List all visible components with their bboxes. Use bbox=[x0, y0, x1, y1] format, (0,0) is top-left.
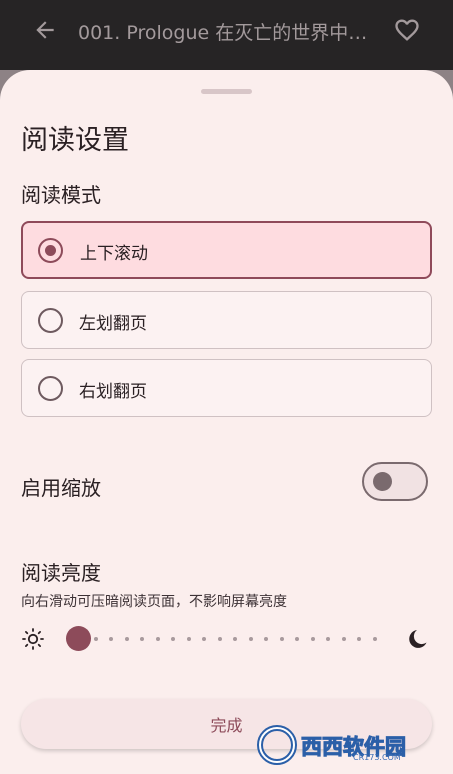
radio-unselected-icon[interactable] bbox=[38, 308, 63, 333]
brightness-hint: 向右滑动可压暗阅读页面，不影响屏幕亮度 bbox=[21, 594, 287, 610]
option-swipe-right[interactable]: 右划翻页 bbox=[21, 359, 432, 417]
back-arrow-icon[interactable] bbox=[32, 17, 58, 43]
slider-tick bbox=[186, 637, 191, 641]
slider-tick bbox=[109, 637, 113, 641]
slider-tick bbox=[155, 637, 160, 641]
heart-icon[interactable] bbox=[393, 16, 421, 44]
slider-tick bbox=[171, 637, 175, 641]
brightness-slider-track[interactable] bbox=[78, 637, 378, 641]
drag-handle[interactable] bbox=[201, 89, 252, 94]
slider-tick bbox=[124, 637, 129, 641]
option-vertical-scroll[interactable]: 上下滚动 bbox=[21, 221, 432, 279]
reading-settings-sheet: 阅读设置 阅读模式 上下滚动 左划翻页 右划翻页 启用缩放 阅读亮度 向右滑动可… bbox=[0, 70, 453, 774]
watermark-logo-icon bbox=[257, 725, 297, 765]
slider-tick bbox=[248, 637, 253, 641]
option-label: 左划翻页 bbox=[79, 314, 147, 334]
slider-tick bbox=[217, 637, 222, 641]
chapter-title: 001. Prologue 在灭亡的世界中… bbox=[78, 22, 368, 44]
sun-icon bbox=[22, 628, 44, 650]
slider-tick bbox=[202, 637, 206, 641]
slider-tick bbox=[357, 637, 361, 641]
slider-tick bbox=[310, 637, 315, 641]
zoom-label: 启用缩放 bbox=[21, 476, 101, 500]
brightness-slider-thumb[interactable] bbox=[66, 626, 91, 651]
reading-mode-label: 阅读模式 bbox=[21, 183, 101, 207]
toggle-knob bbox=[373, 472, 392, 491]
sheet-title: 阅读设置 bbox=[21, 125, 129, 156]
option-label: 上下滚动 bbox=[80, 244, 148, 264]
slider-tick bbox=[372, 637, 377, 641]
site-watermark: 西西软件园 CR173.COM bbox=[255, 723, 435, 767]
radio-unselected-icon[interactable] bbox=[38, 376, 63, 401]
slider-tick bbox=[279, 637, 284, 641]
app-bar: 001. Prologue 在灭亡的世界中… bbox=[0, 0, 453, 70]
slider-tick bbox=[295, 637, 299, 641]
slider-tick bbox=[140, 637, 144, 641]
watermark-url: CR173.COM bbox=[353, 753, 401, 762]
radio-selected-icon[interactable] bbox=[38, 238, 63, 263]
moon-icon bbox=[409, 630, 427, 648]
option-label: 右划翻页 bbox=[79, 382, 147, 402]
slider-tick bbox=[93, 637, 98, 641]
slider-tick bbox=[341, 637, 346, 641]
brightness-label: 阅读亮度 bbox=[21, 561, 101, 585]
option-swipe-left[interactable]: 左划翻页 bbox=[21, 291, 432, 349]
zoom-toggle[interactable] bbox=[362, 462, 428, 501]
slider-tick bbox=[233, 637, 237, 641]
slider-tick bbox=[264, 637, 268, 641]
slider-tick bbox=[326, 637, 330, 641]
